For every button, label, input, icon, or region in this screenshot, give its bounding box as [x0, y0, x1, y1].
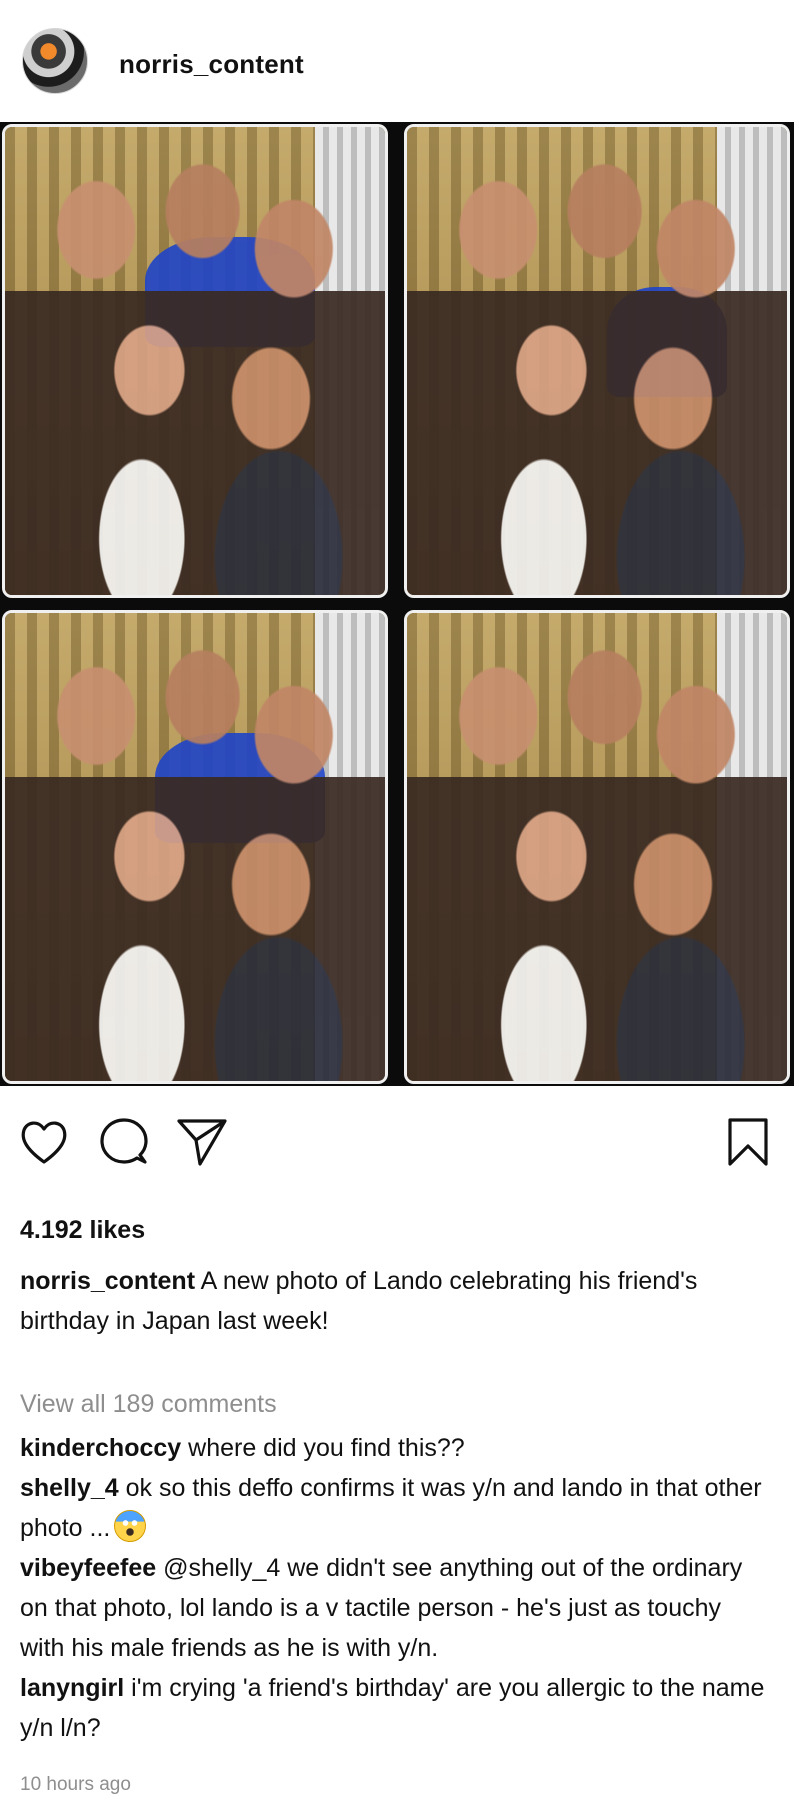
- comment-username[interactable]: kinderchoccy: [20, 1434, 181, 1462]
- comment-item: kinderchoccy where did you find this??: [20, 1428, 770, 1468]
- photo-strip-frame-3: [2, 610, 388, 1084]
- comments-list: kinderchoccy where did you find this?? s…: [20, 1428, 770, 1748]
- post-caption: norris_content A new photo of Lando cele…: [20, 1261, 760, 1341]
- post-header: norris_content: [0, 0, 794, 122]
- caption-username[interactable]: norris_content: [20, 1267, 195, 1295]
- likes-count[interactable]: 4.192 likes: [20, 1216, 145, 1245]
- send-icon[interactable]: [176, 1116, 228, 1168]
- view-all-comments-link[interactable]: View all 189 comments: [20, 1390, 277, 1419]
- comment-text: i'm crying 'a friend's birthday' are you…: [20, 1674, 765, 1742]
- comment-icon[interactable]: [98, 1116, 150, 1168]
- post-photo[interactable]: [0, 122, 794, 1086]
- comment-item: shelly_4 ok so this deffo confirms it wa…: [20, 1468, 770, 1548]
- heart-icon[interactable]: [18, 1116, 70, 1168]
- comment-username[interactable]: lanyngirl: [20, 1674, 124, 1702]
- comment-text: where did you find this??: [181, 1434, 465, 1462]
- photo-strip-frame-4: [404, 610, 790, 1084]
- post-username[interactable]: norris_content: [119, 49, 304, 80]
- post-actions: [0, 1086, 794, 1174]
- comment-username[interactable]: vibeyfeefee: [20, 1554, 156, 1582]
- face-screaming-in-fear-emoji-icon: [114, 1510, 147, 1542]
- comment-item: vibeyfeefee @shelly_4 we didn't see anyt…: [20, 1548, 770, 1668]
- photo-strip-frame-2: [404, 124, 790, 598]
- comment-username[interactable]: shelly_4: [20, 1474, 119, 1502]
- comment-item: lanyngirl i'm crying 'a friend's birthda…: [20, 1668, 770, 1748]
- bookmark-icon[interactable]: [722, 1116, 774, 1168]
- post-timestamp: 10 hours ago: [20, 1774, 131, 1795]
- avatar[interactable]: [22, 28, 88, 94]
- photo-strip-frame-1: [2, 124, 388, 598]
